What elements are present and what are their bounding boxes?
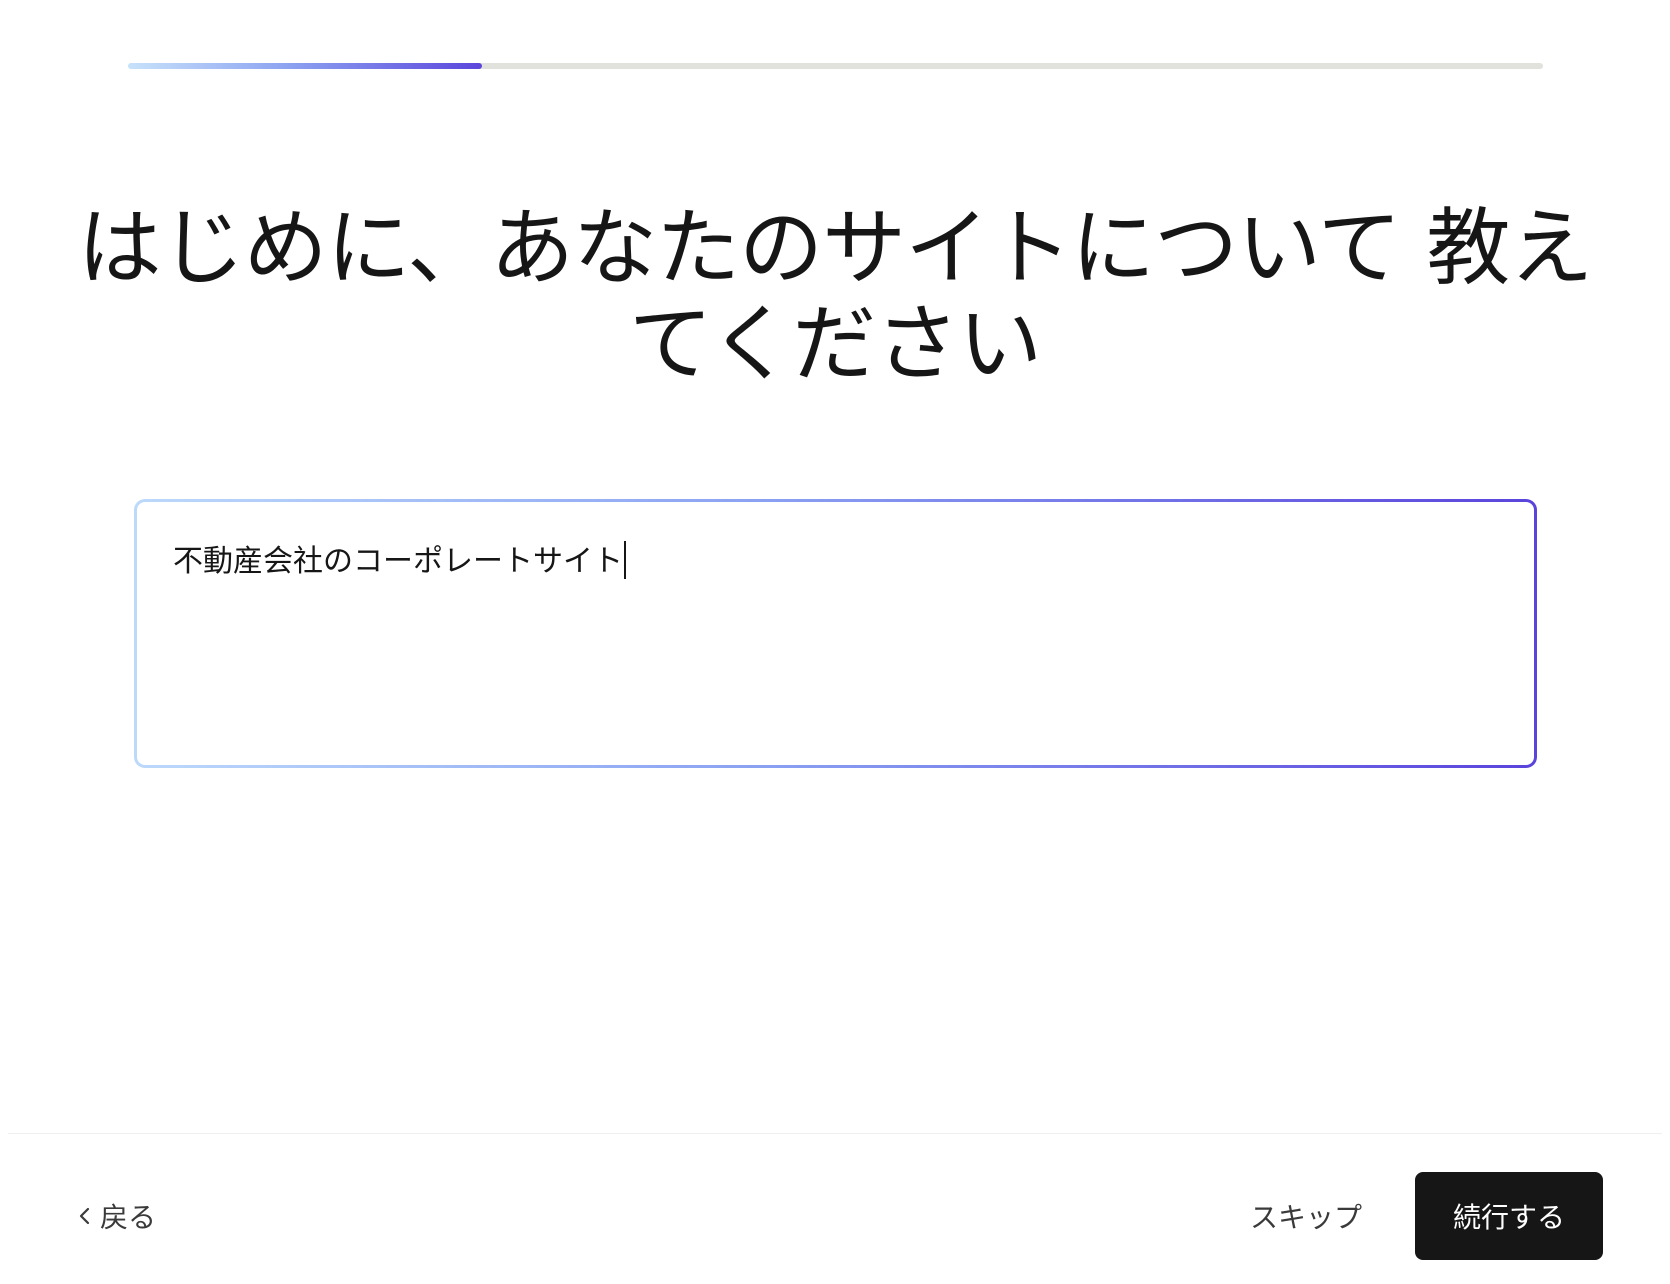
continue-button[interactable]: 続行する [1415, 1172, 1603, 1260]
skip-button[interactable]: スキップ [1250, 1192, 1362, 1240]
progress-bar [128, 63, 1543, 69]
text-caret [624, 541, 626, 579]
chevron-left-icon [78, 1206, 92, 1226]
site-description-input[interactable]: 不動産会社のコーポレートサイト [137, 502, 1534, 765]
footer-divider [8, 1133, 1662, 1134]
back-button-label: 戻る [100, 1201, 157, 1234]
page-title: はじめに、あなたのサイトについて 教えてください [77, 199, 1594, 393]
back-button[interactable]: 戻る [78, 1192, 156, 1240]
site-description-field[interactable]: 不動産会社のコーポレートサイト [134, 499, 1537, 768]
progress-bar-fill [128, 63, 482, 69]
site-description-text: 不動産会社のコーポレートサイト [173, 544, 623, 579]
